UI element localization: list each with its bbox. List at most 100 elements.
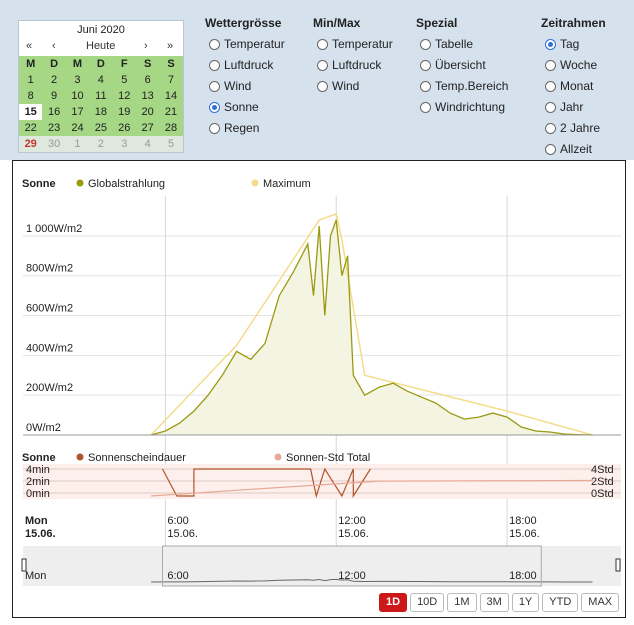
radio-button[interactable]: [420, 38, 431, 50]
radio-option[interactable]: Temp.Bereich: [420, 79, 508, 93]
y-tick-label: 800W/m2: [26, 263, 73, 275]
radio-option[interactable]: Jahr: [545, 100, 583, 114]
radio-option[interactable]: Übersicht: [420, 58, 486, 72]
radio-button[interactable]: [209, 80, 220, 92]
calendar-day[interactable]: 4: [89, 72, 113, 88]
calendar-day[interactable]: 26: [112, 120, 136, 136]
radio-button[interactable]: [545, 59, 556, 71]
radio-option[interactable]: Wind: [317, 79, 359, 93]
next-year-button[interactable]: »: [167, 40, 173, 52]
today-button[interactable]: Heute: [86, 40, 115, 52]
radio-button[interactable]: [545, 80, 556, 92]
navigator-right-handle[interactable]: [615, 558, 621, 572]
calendar-day[interactable]: 19: [112, 104, 136, 120]
calendar-day[interactable]: 7: [159, 72, 183, 88]
sun-chart: Sonne Globalstrahlung Maximum 0W/m2 200W/m2 4…: [21, 178, 621, 587]
calendar-week: 22 23 24 25 26 27 28: [19, 120, 183, 136]
calendar-day[interactable]: 4: [135, 136, 160, 152]
range-button-1m[interactable]: 1M: [447, 593, 477, 612]
range-button-1d[interactable]: 1D: [379, 593, 408, 612]
range-button-3m[interactable]: 3M: [479, 593, 509, 612]
radio-option[interactable]: Luftdruck: [209, 58, 273, 72]
calendar-day[interactable]: 13: [135, 88, 160, 104]
calendar-day[interactable]: 15: [19, 104, 43, 120]
calendar-day[interactable]: 22: [19, 120, 43, 136]
range-button-max[interactable]: MAX: [581, 593, 620, 612]
calendar-day[interactable]: 6: [135, 72, 160, 88]
calendar-day[interactable]: 2: [89, 136, 113, 152]
calendar-day[interactable]: 5: [112, 72, 136, 88]
radio-button[interactable]: [209, 122, 220, 134]
calendar-day[interactable]: 1: [19, 72, 43, 88]
radio-option[interactable]: Temperatur: [209, 37, 285, 51]
radio-option[interactable]: Allzeit: [545, 142, 592, 156]
calendar-day[interactable]: 17: [65, 104, 90, 120]
navigator-label: 6:00: [167, 570, 188, 582]
weekday-label: S: [143, 58, 152, 70]
radio-button[interactable]: [317, 38, 328, 50]
radio-option[interactable]: Wind: [209, 79, 251, 93]
calendar-day[interactable]: 25: [89, 120, 113, 136]
calendar-day[interactable]: 9: [42, 88, 66, 104]
radio-button[interactable]: [209, 38, 220, 50]
legend-label-global: Globalstrahlung: [88, 178, 165, 190]
calendar-day[interactable]: 5: [159, 136, 183, 152]
calendar-day[interactable]: 12: [112, 88, 136, 104]
radio-option[interactable]: Tag: [545, 37, 579, 51]
radio-option[interactable]: Woche: [545, 58, 597, 72]
radio-option[interactable]: Tabelle: [420, 37, 473, 51]
calendar-week: 1234567: [19, 72, 183, 88]
calendar: Juni 2020 « ‹ Heute › » MDMDFSS123456789…: [18, 20, 184, 153]
next-month-button[interactable]: ›: [144, 40, 148, 52]
calendar-day[interactable]: 16: [42, 104, 66, 120]
radio-button[interactable]: [420, 101, 431, 113]
radio-option[interactable]: Regen: [209, 121, 259, 135]
calendar-day[interactable]: 23: [42, 120, 66, 136]
calendar-day[interactable]: 8: [19, 88, 43, 104]
radio-option[interactable]: Luftdruck: [317, 58, 381, 72]
radio-button[interactable]: [420, 59, 431, 71]
range-button-1y[interactable]: 1Y: [511, 593, 540, 612]
x-tick-time: 12:00: [338, 515, 366, 527]
calendar-day[interactable]: 20: [135, 104, 160, 120]
radio-label: Wind: [224, 79, 252, 93]
prev-month-button[interactable]: ‹: [52, 40, 56, 52]
calendar-day[interactable]: 21: [159, 104, 183, 120]
legend-marker-duration: [76, 453, 84, 461]
calendar-day[interactable]: 28: [159, 120, 183, 136]
radio-option[interactable]: Sonne: [209, 100, 259, 114]
calendar-day[interactable]: 3: [112, 136, 136, 152]
range-button-10d[interactable]: 10D: [410, 593, 445, 612]
calendar-day[interactable]: 14: [159, 88, 183, 104]
radio-button[interactable]: [545, 122, 556, 134]
prev-year-button[interactable]: «: [26, 40, 32, 52]
calendar-day[interactable]: 3: [65, 72, 90, 88]
radio-option[interactable]: Monat: [545, 79, 593, 93]
calendar-day[interactable]: 1: [65, 136, 90, 152]
radio-button[interactable]: [420, 80, 431, 92]
calendar-day[interactable]: 2: [42, 72, 66, 88]
radio-button[interactable]: [317, 80, 328, 92]
radio-button[interactable]: [545, 101, 556, 113]
radio-option[interactable]: 2 Jahre: [545, 121, 600, 135]
calendar-week: 29 30 1 2 3 4 5: [19, 136, 183, 152]
navigator-left-handle[interactable]: [21, 558, 27, 572]
calendar-day[interactable]: 27: [135, 120, 160, 136]
calendar-day[interactable]: 18: [89, 104, 113, 120]
radio-button[interactable]: [545, 143, 556, 155]
calendar-day[interactable]: 10: [65, 88, 90, 104]
radio-button[interactable]: [209, 59, 220, 71]
radio-option[interactable]: Temperatur: [317, 37, 393, 51]
radio-option[interactable]: Windrichtung: [420, 100, 505, 114]
radio-button[interactable]: [317, 59, 328, 71]
range-button-ytd[interactable]: YTD: [542, 593, 579, 612]
radio-button[interactable]: [209, 101, 220, 113]
calendar-day[interactable]: 24: [65, 120, 90, 136]
legend-marker-total: [274, 453, 282, 461]
calendar-day[interactable]: 30: [42, 136, 66, 152]
calendar-day[interactable]: 29: [19, 136, 43, 152]
radio-button[interactable]: [545, 38, 556, 50]
navigator-label: 12:00: [338, 570, 366, 582]
calendar-day[interactable]: 11: [89, 88, 113, 104]
y-tick-label: 0W/m2: [26, 422, 61, 434]
